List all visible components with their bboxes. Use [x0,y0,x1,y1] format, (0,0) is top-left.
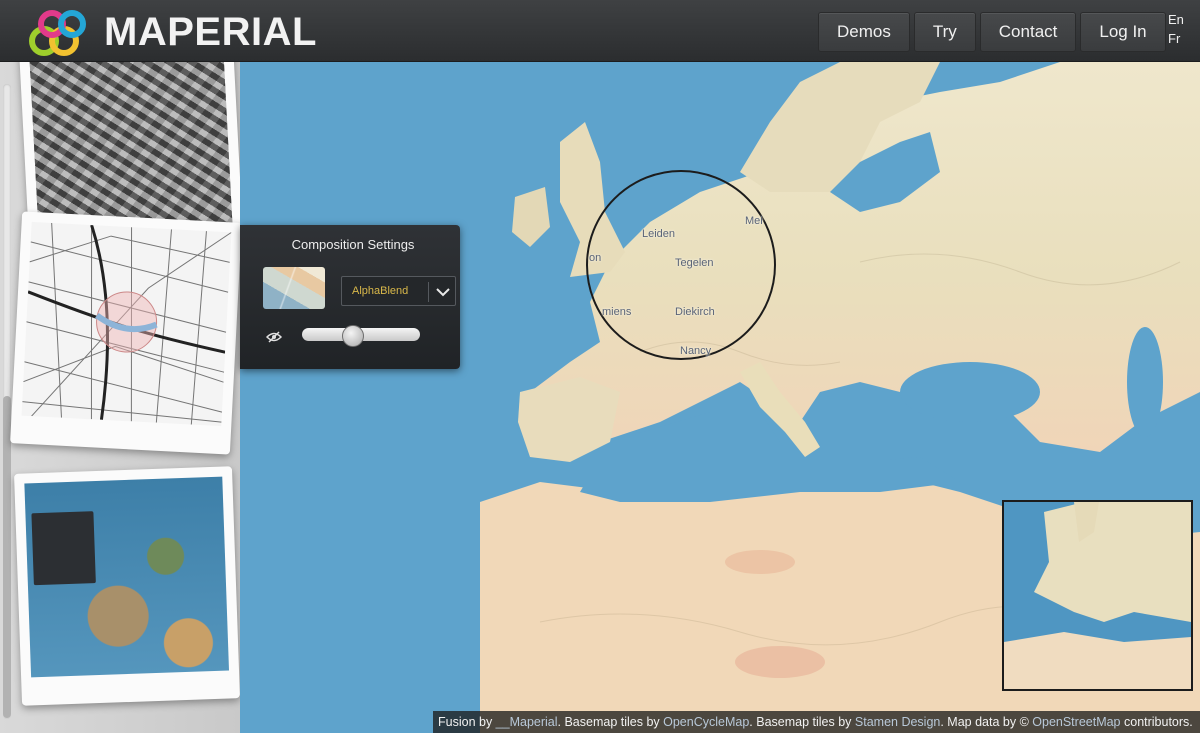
openstreetmap-link[interactable]: OpenStreetMap [1032,715,1120,729]
composition-map-thumbnail [24,476,230,678]
nav-contact-button[interactable]: Contact [979,12,1077,52]
black-sea [900,362,1040,422]
maperial-link[interactable]: __Maperial [496,715,558,729]
panel-title: Composition Settings [291,237,415,252]
main-nav: Demos Try Contact Log In [818,12,1166,52]
street-map-thumbnail [21,221,232,427]
place-label: Nancy [680,345,712,357]
language-switcher: En Fr [1168,10,1184,48]
chevron-down-icon [436,288,450,297]
select-divider [428,282,429,302]
map-attribution: Fusion by __Maperial. Basemap tiles by O… [433,711,1200,733]
place-label: on [589,252,602,264]
opacity-slider-thumb[interactable] [342,325,365,347]
demo-card-streets[interactable] [10,211,240,455]
layer-thumbnail[interactable] [263,267,325,309]
caspian-sea [1127,327,1163,437]
blend-mode-select[interactable]: AlphaBlend [341,276,456,306]
overview-minimap[interactable] [1002,500,1193,691]
blend-mode-value: AlphaBlend [352,285,409,297]
nav-demos-button[interactable]: Demos [818,12,910,52]
ireland-landmass [512,187,550,247]
map-viewport[interactable]: Leiden Tegelen Diekirch Nancy miens on M… [240,62,1200,733]
place-label: Leiden [642,228,676,240]
maperial-logo-icon[interactable] [26,9,102,57]
stamen-design-link[interactable]: Stamen Design [855,715,940,729]
eye-slash-icon[interactable] [266,331,282,343]
lang-fr-link[interactable]: Fr [1168,29,1184,48]
lang-en-link[interactable]: En [1168,10,1184,29]
attribution-text: Fusion by [438,715,496,729]
iberia-landmass [518,377,620,462]
place-label: Mei [745,215,763,227]
opencyclemap-link[interactable]: OpenCycleMap [663,715,749,729]
nav-login-button[interactable]: Log In [1080,12,1166,52]
place-label: Tegelen [675,257,714,269]
nav-try-button[interactable]: Try [913,12,976,52]
composition-settings-panel: Composition Settings AlphaBlend [240,225,460,369]
demo-sidebar [0,62,240,733]
attribution-text: contributors. [1120,715,1193,729]
place-label: Diekirch [675,306,715,318]
brand-name[interactable]: MAPERIAL [104,9,317,55]
attribution-text: . Basemap tiles by [557,715,664,729]
attribution-text: . Basemap tiles by [749,715,855,729]
mini-composition-panel [31,511,96,586]
place-label: miens [602,306,632,318]
top-header: MAPERIAL Demos Try Contact Log In En Fr [0,0,1200,62]
demo-card-composition[interactable] [14,466,240,706]
sidebar-scrollbar-thumb[interactable] [3,396,11,718]
attribution-text: . Map data by © [940,715,1033,729]
